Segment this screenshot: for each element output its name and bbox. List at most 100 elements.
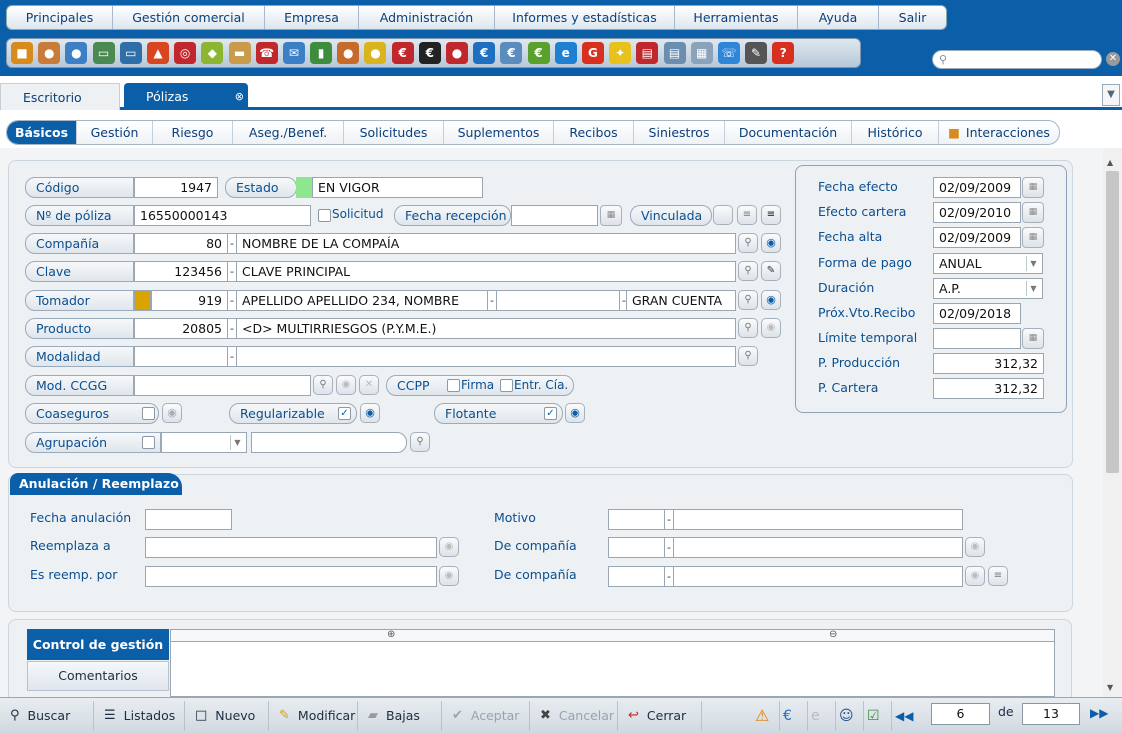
fecha-anulacion-field[interactable]: [145, 509, 232, 530]
p-cartera-field[interactable]: 312,32: [933, 378, 1044, 399]
search-icon[interactable]: ⚲: [738, 346, 758, 366]
subtab-asegurados[interactable]: Aseg./Benef.: [233, 121, 344, 144]
phone-handset-icon[interactable]: ☏: [717, 42, 740, 64]
fecha-alta-field[interactable]: 02/09/2009: [933, 227, 1021, 248]
cancelar-button[interactable]: ✖ Cancelar: [530, 701, 618, 731]
calendar-icon[interactable]: ▦: [1022, 328, 1044, 349]
de-compania-name-field-2[interactable]: [673, 566, 963, 587]
menu-herramientas[interactable]: Herramientas: [675, 6, 798, 29]
bajas-button[interactable]: ▰ Bajas: [358, 701, 442, 731]
producto-name-field[interactable]: <D> MULTIRRIESGOS (P.Y.M.E.): [236, 318, 736, 339]
efecto-cartera-field[interactable]: 02/09/2010: [933, 202, 1021, 223]
menu-ayuda[interactable]: Ayuda: [798, 6, 879, 29]
cerrar-button[interactable]: ↩ Cerrar: [618, 701, 702, 731]
menu-salir[interactable]: Salir: [879, 6, 946, 29]
vinculada-checkbox[interactable]: [713, 205, 733, 225]
tomador-group-field[interactable]: GRAN CUENTA: [626, 290, 736, 311]
ie-icon[interactable]: e: [554, 42, 577, 64]
eye-icon[interactable]: ◉: [761, 290, 781, 310]
tomador-extra-field[interactable]: [496, 290, 620, 311]
building-icon[interactable]: ▮: [310, 42, 333, 64]
calendar-icon[interactable]: ▦: [1022, 202, 1044, 223]
modalidad-code-field[interactable]: [134, 346, 228, 367]
modalidad-name-field[interactable]: [236, 346, 736, 367]
person-icon[interactable]: ●: [38, 42, 61, 64]
tree-icon[interactable]: ≡: [988, 566, 1008, 586]
target-icon[interactable]: ◎: [174, 42, 197, 64]
subtab-gestion[interactable]: Gestión: [77, 121, 153, 144]
scroll-down-icon[interactable]: ▼: [1107, 683, 1113, 692]
agent-icon[interactable]: ●: [337, 42, 360, 64]
menu-gestion-comercial[interactable]: Gestión comercial: [113, 6, 265, 29]
de-compania-code-field[interactable]: [608, 537, 665, 558]
compania-name-field[interactable]: NOMBRE DE LA COMPAÍA: [236, 233, 736, 254]
ticket-icon[interactable]: ◆: [201, 42, 224, 64]
listados-button[interactable]: ☰ Listados: [94, 701, 185, 731]
mail-icon[interactable]: ✉: [282, 42, 305, 64]
fecha-recepcion-field[interactable]: [511, 205, 598, 226]
entr-cia-checkbox[interactable]: [500, 379, 513, 392]
currency-red-icon[interactable]: €: [391, 42, 414, 64]
poliza-field[interactable]: 16550000143: [134, 205, 311, 226]
scrollbar-thumb[interactable]: [1106, 171, 1119, 473]
user-blue-icon[interactable]: ●: [65, 42, 88, 64]
plug-icon[interactable]: ✎: [745, 42, 768, 64]
vertical-scrollbar[interactable]: ▲ ▼: [1103, 148, 1122, 697]
document-red-icon[interactable]: ▤: [636, 42, 659, 64]
agrupacion-name-field[interactable]: [251, 432, 407, 453]
search-icon[interactable]: ⚲: [738, 318, 758, 338]
calendar-icon[interactable]: ▦: [1022, 227, 1044, 248]
help-icon[interactable]: ?: [772, 42, 795, 64]
close-tab-icon[interactable]: ⊗: [235, 83, 244, 110]
codigo-field[interactable]: 1947: [134, 177, 218, 198]
aceptar-button[interactable]: ✔ Aceptar: [442, 701, 530, 731]
coaseguros-checkbox[interactable]: [142, 407, 155, 420]
close-search-icon[interactable]: ✕: [1106, 52, 1120, 66]
cube-icon[interactable]: ■: [11, 42, 33, 64]
calendar-icon[interactable]: ▦: [1022, 177, 1044, 198]
nuevo-button[interactable]: □ Nuevo: [185, 701, 269, 731]
tomador-code-field[interactable]: 919: [151, 290, 228, 311]
modificar-button[interactable]: ✎ Modificar: [269, 701, 358, 731]
eye-icon[interactable]: ◉: [761, 233, 781, 253]
lightbulb-person-icon[interactable]: ●: [364, 42, 387, 64]
reemplaza-field[interactable]: [145, 537, 437, 558]
agrupacion-select[interactable]: ▼: [161, 432, 247, 453]
agrupacion-checkbox[interactable]: [142, 436, 155, 449]
fire-icon[interactable]: ▲: [146, 42, 169, 64]
notes-icon[interactable]: ▤: [663, 42, 686, 64]
motivo-code-field[interactable]: [608, 509, 665, 530]
compania-code-field[interactable]: 80: [134, 233, 228, 254]
bulb-icon[interactable]: ✦: [609, 42, 632, 64]
flotante-checkbox[interactable]: ✓: [544, 407, 557, 420]
subtab-documentacion[interactable]: Documentación: [725, 121, 852, 144]
global-search-input[interactable]: ⚲: [932, 50, 1102, 69]
search-icon[interactable]: ⚲: [410, 432, 430, 452]
euro-green-icon[interactable]: €: [527, 42, 550, 64]
first-page-icon[interactable]: ◀◀: [892, 701, 918, 731]
notepad-icon[interactable]: ✎: [761, 261, 781, 281]
search-icon[interactable]: ⚲: [738, 290, 758, 310]
tab-comentarios[interactable]: Comentarios: [27, 661, 169, 691]
folder-icon[interactable]: ▬: [228, 42, 251, 64]
last-page-icon[interactable]: ▶▶: [1090, 706, 1108, 720]
tomador-name-field[interactable]: APELLIDO APELLIDO 234, NOMBRE: [236, 290, 488, 311]
users-icon[interactable]: ☺: [836, 701, 864, 731]
tree-icon[interactable]: ≡: [737, 205, 757, 225]
fecha-efecto-field[interactable]: 02/09/2009: [933, 177, 1021, 198]
menu-principales[interactable]: Principales: [7, 6, 113, 29]
expand-icon[interactable]: ⊕: [387, 629, 395, 640]
subtab-suplementos[interactable]: Suplementos: [444, 121, 554, 144]
search-icon[interactable]: ⚲: [738, 233, 758, 253]
subtab-historico[interactable]: Histórico: [852, 121, 939, 144]
tab-polizas[interactable]: Pólizas ⊗: [124, 83, 248, 110]
checklist-icon[interactable]: ☑: [864, 701, 892, 731]
producto-code-field[interactable]: 20805: [134, 318, 228, 339]
estado-field[interactable]: EN VIGOR: [312, 177, 483, 198]
search-icon[interactable]: ⚲: [313, 375, 333, 395]
forma-pago-select[interactable]: ANUAL ▼: [933, 253, 1043, 274]
currency-black-icon[interactable]: €: [418, 42, 441, 64]
warning-icon[interactable]: ⚠: [752, 701, 780, 731]
limite-temporal-field[interactable]: [933, 328, 1021, 349]
calendar-icon[interactable]: ▦: [600, 205, 622, 226]
